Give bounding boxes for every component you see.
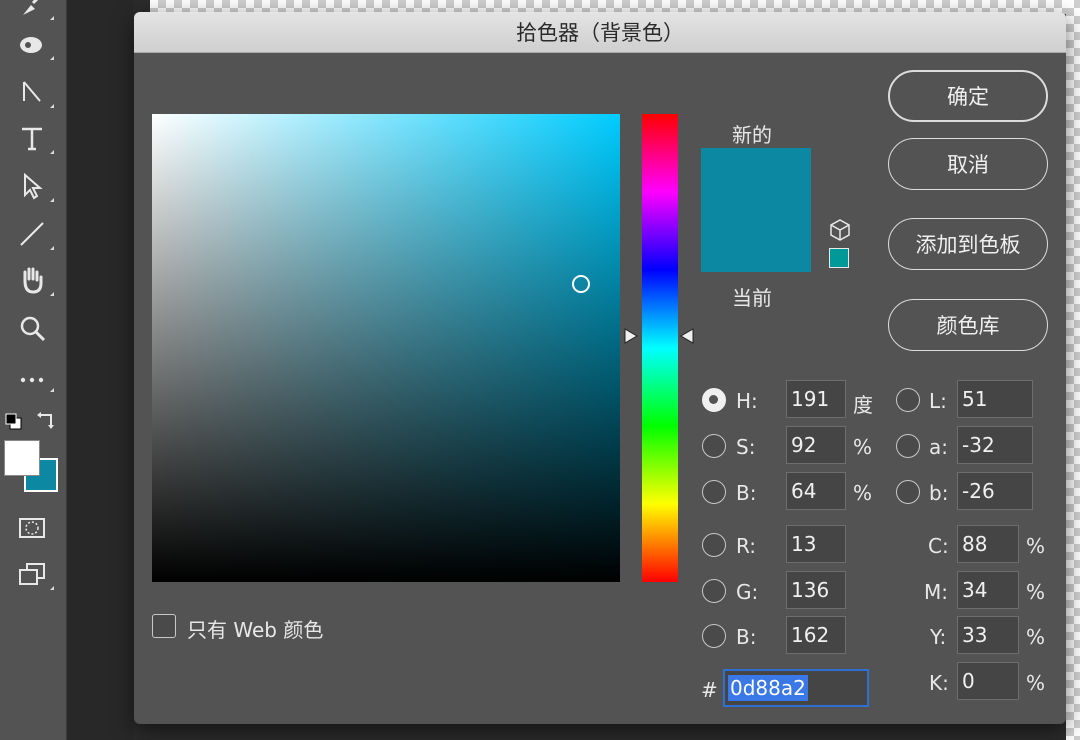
cyan-unit: % bbox=[1026, 534, 1046, 558]
magenta-unit: % bbox=[1026, 580, 1046, 604]
foreground-background-colors bbox=[4, 440, 60, 496]
current-color-swatch[interactable] bbox=[701, 210, 811, 272]
more-tools-icon[interactable] bbox=[14, 358, 54, 394]
hand-icon[interactable] bbox=[14, 262, 54, 298]
new-color-label: 新的 bbox=[732, 123, 772, 147]
saturation-input[interactable]: 92 bbox=[786, 426, 846, 464]
black-input[interactable]: 0 bbox=[957, 662, 1019, 700]
yellow-unit: % bbox=[1026, 625, 1046, 649]
current-color-label: 当前 bbox=[732, 286, 772, 310]
out-of-gamut-cube-icon[interactable] bbox=[828, 218, 852, 242]
hex-value-selected: 0d88a2 bbox=[728, 675, 808, 701]
yellow-label: Y: bbox=[930, 625, 947, 649]
text-icon[interactable] bbox=[14, 120, 54, 156]
cyan-input[interactable]: 88 bbox=[957, 525, 1019, 563]
lab-b-label: b: bbox=[929, 481, 949, 505]
color-libraries-button[interactable]: 颜色库 bbox=[888, 299, 1048, 351]
hex-input[interactable]: 0d88a2 bbox=[723, 669, 869, 707]
hue-input[interactable]: 191 bbox=[786, 380, 846, 418]
radio-hue[interactable] bbox=[702, 388, 726, 412]
black-label: K: bbox=[929, 671, 949, 695]
green-label: G: bbox=[736, 580, 759, 604]
new-current-color-swatch[interactable] bbox=[701, 148, 811, 272]
radio-red[interactable] bbox=[702, 533, 726, 557]
canvas-area bbox=[67, 0, 133, 740]
lab-a-input[interactable]: -32 bbox=[957, 426, 1033, 464]
hue-slider-left-arrow-icon[interactable] bbox=[624, 328, 638, 344]
radio-brightness[interactable] bbox=[702, 480, 726, 504]
lab-l-label: L: bbox=[929, 389, 947, 413]
foreground-color-swatch[interactable] bbox=[4, 440, 40, 476]
tools-panel bbox=[0, 0, 67, 740]
ok-button[interactable]: 确定 bbox=[888, 70, 1048, 122]
lab-a-label: a: bbox=[929, 435, 948, 459]
zoom-icon[interactable] bbox=[14, 310, 50, 346]
add-to-swatches-button[interactable]: 添加到色板 bbox=[888, 218, 1048, 270]
web-colors-only-label[interactable]: 只有 Web 颜色 bbox=[187, 614, 323, 643]
cancel-button[interactable]: 取消 bbox=[888, 138, 1048, 190]
brightness-unit: % bbox=[853, 481, 873, 505]
dialog-title: 拾色器（背景色） bbox=[134, 12, 1066, 53]
color-field-cursor[interactable] bbox=[572, 275, 590, 293]
hue-unit: 度 bbox=[853, 393, 873, 417]
radio-lab-b[interactable] bbox=[896, 480, 920, 504]
quick-mask-icon[interactable] bbox=[14, 510, 50, 546]
transparent-canvas-right bbox=[1066, 0, 1080, 740]
lab-b-input[interactable]: -26 bbox=[957, 472, 1033, 510]
hue-slider-right-arrow-icon[interactable] bbox=[680, 328, 694, 344]
color-field[interactable] bbox=[152, 114, 620, 582]
screen-mode-icon[interactable] bbox=[14, 556, 54, 592]
path-selection-icon[interactable] bbox=[14, 74, 54, 110]
cyan-label: C: bbox=[928, 534, 949, 558]
saturation-label: S: bbox=[736, 435, 756, 459]
hue-slider[interactable] bbox=[642, 114, 678, 582]
green-input[interactable]: 136 bbox=[786, 571, 846, 609]
line-icon[interactable] bbox=[14, 216, 54, 252]
brightness-label: B: bbox=[736, 481, 757, 505]
black-unit: % bbox=[1026, 671, 1046, 695]
brush-icon[interactable] bbox=[14, 0, 54, 22]
eraser-icon[interactable] bbox=[14, 26, 54, 62]
blue-input[interactable]: 162 bbox=[786, 616, 846, 654]
lab-l-input[interactable]: 51 bbox=[957, 380, 1033, 418]
radio-blue[interactable] bbox=[702, 624, 726, 648]
saturation-unit: % bbox=[853, 435, 873, 459]
hue-label: H: bbox=[736, 389, 758, 413]
yellow-input[interactable]: 33 bbox=[957, 616, 1019, 654]
red-label: R: bbox=[736, 534, 757, 558]
radio-lightness[interactable] bbox=[896, 388, 920, 412]
swap-colors-icon[interactable] bbox=[36, 410, 56, 430]
hex-label: # bbox=[701, 678, 718, 702]
direct-selection-icon[interactable] bbox=[14, 168, 54, 204]
radio-saturation[interactable] bbox=[702, 434, 726, 458]
magenta-input[interactable]: 34 bbox=[957, 571, 1019, 609]
radio-green[interactable] bbox=[702, 579, 726, 603]
blue-label: B: bbox=[736, 625, 757, 649]
magenta-label: M: bbox=[924, 580, 948, 604]
web-colors-only-checkbox[interactable] bbox=[152, 614, 176, 638]
new-color-swatch bbox=[701, 148, 811, 210]
default-colors-icon[interactable] bbox=[4, 412, 24, 432]
color-picker-dialog: 拾色器（背景色） 新的 当前 确定 取消 添加到色板 颜色库 H: 191 度 … bbox=[134, 12, 1066, 724]
red-input[interactable]: 13 bbox=[786, 525, 846, 563]
web-safe-color-swatch[interactable] bbox=[829, 248, 849, 268]
brightness-input[interactable]: 64 bbox=[786, 472, 846, 510]
radio-lab-a[interactable] bbox=[896, 434, 920, 458]
